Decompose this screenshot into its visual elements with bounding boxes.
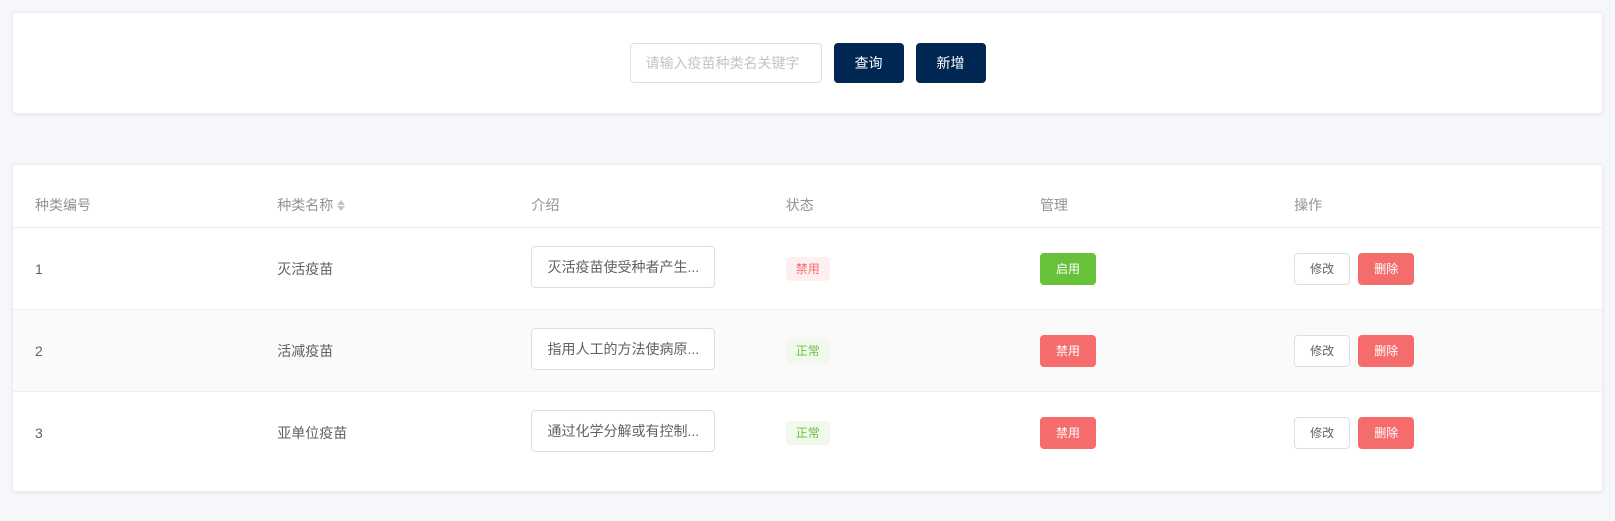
cell-operations: 修改删除 (1284, 310, 1602, 392)
edit-button[interactable]: 修改 (1294, 417, 1350, 449)
table-row: 1灭活疫苗灭活疫苗使受种者产生... 禁用 启用 修改删除 (13, 228, 1602, 310)
desc-tooltip-trigger[interactable]: 指用人工的方法使病原... (531, 328, 715, 370)
cell-name: 活减疫苗 (267, 310, 521, 392)
add-button[interactable]: 新增 (916, 43, 986, 83)
col-manage[interactable]: 管理 (1030, 183, 1284, 228)
enable-button[interactable]: 启用 (1040, 253, 1096, 285)
disable-button[interactable]: 禁用 (1040, 417, 1096, 449)
cell-id: 3 (13, 392, 267, 474)
cell-operations: 修改删除 (1284, 392, 1602, 474)
cell-name: 亚单位疫苗 (267, 392, 521, 474)
edit-button[interactable]: 修改 (1294, 335, 1350, 367)
cell-manage: 启用 (1030, 228, 1284, 310)
col-status[interactable]: 状态 (776, 183, 1030, 228)
delete-button[interactable]: 删除 (1358, 253, 1414, 285)
disable-button[interactable]: 禁用 (1040, 335, 1096, 367)
cell-operations: 修改删除 (1284, 228, 1602, 310)
vaccine-type-table: 种类编号 种类名称 介绍 状态 管理 操作 1灭活疫苗灭活疫苗使受种者产生...… (13, 183, 1602, 473)
col-id[interactable]: 种类编号 (13, 183, 267, 228)
table-header-row: 种类编号 种类名称 介绍 状态 管理 操作 (13, 183, 1602, 228)
col-op[interactable]: 操作 (1284, 183, 1602, 228)
delete-button[interactable]: 删除 (1358, 335, 1414, 367)
cell-desc: 灭活疫苗使受种者产生... (521, 228, 775, 310)
col-name[interactable]: 种类名称 (267, 183, 521, 228)
query-button[interactable]: 查询 (834, 43, 904, 83)
status-tag: 正常 (786, 421, 830, 445)
cell-desc: 指用人工的方法使病原... (521, 310, 775, 392)
search-input[interactable] (630, 43, 822, 83)
cell-name: 灭活疫苗 (267, 228, 521, 310)
cell-id: 2 (13, 310, 267, 392)
cell-status: 正常 (776, 392, 1030, 474)
cell-manage: 禁用 (1030, 392, 1284, 474)
desc-tooltip-trigger[interactable]: 灭活疫苗使受种者产生... (531, 246, 715, 288)
cell-status: 禁用 (776, 228, 1030, 310)
col-desc[interactable]: 介绍 (521, 183, 775, 228)
status-tag: 正常 (786, 339, 830, 363)
cell-desc: 通过化学分解或有控制... (521, 392, 775, 474)
data-table-card: 种类编号 种类名称 介绍 状态 管理 操作 1灭活疫苗灭活疫苗使受种者产生...… (12, 164, 1603, 492)
delete-button[interactable]: 删除 (1358, 417, 1414, 449)
cell-id: 1 (13, 228, 267, 310)
table-row: 2活减疫苗指用人工的方法使病原... 正常 禁用 修改删除 (13, 310, 1602, 392)
cell-status: 正常 (776, 310, 1030, 392)
caret-up-icon (337, 200, 345, 205)
cell-manage: 禁用 (1030, 310, 1284, 392)
sort-icon[interactable] (337, 200, 345, 211)
edit-button[interactable]: 修改 (1294, 253, 1350, 285)
search-bar: 查询 新增 (12, 12, 1603, 114)
table-row: 3亚单位疫苗通过化学分解或有控制... 正常 禁用 修改删除 (13, 392, 1602, 474)
col-name-label: 种类名称 (277, 195, 333, 215)
caret-down-icon (337, 206, 345, 211)
status-tag: 禁用 (786, 257, 830, 281)
desc-tooltip-trigger[interactable]: 通过化学分解或有控制... (531, 410, 715, 452)
